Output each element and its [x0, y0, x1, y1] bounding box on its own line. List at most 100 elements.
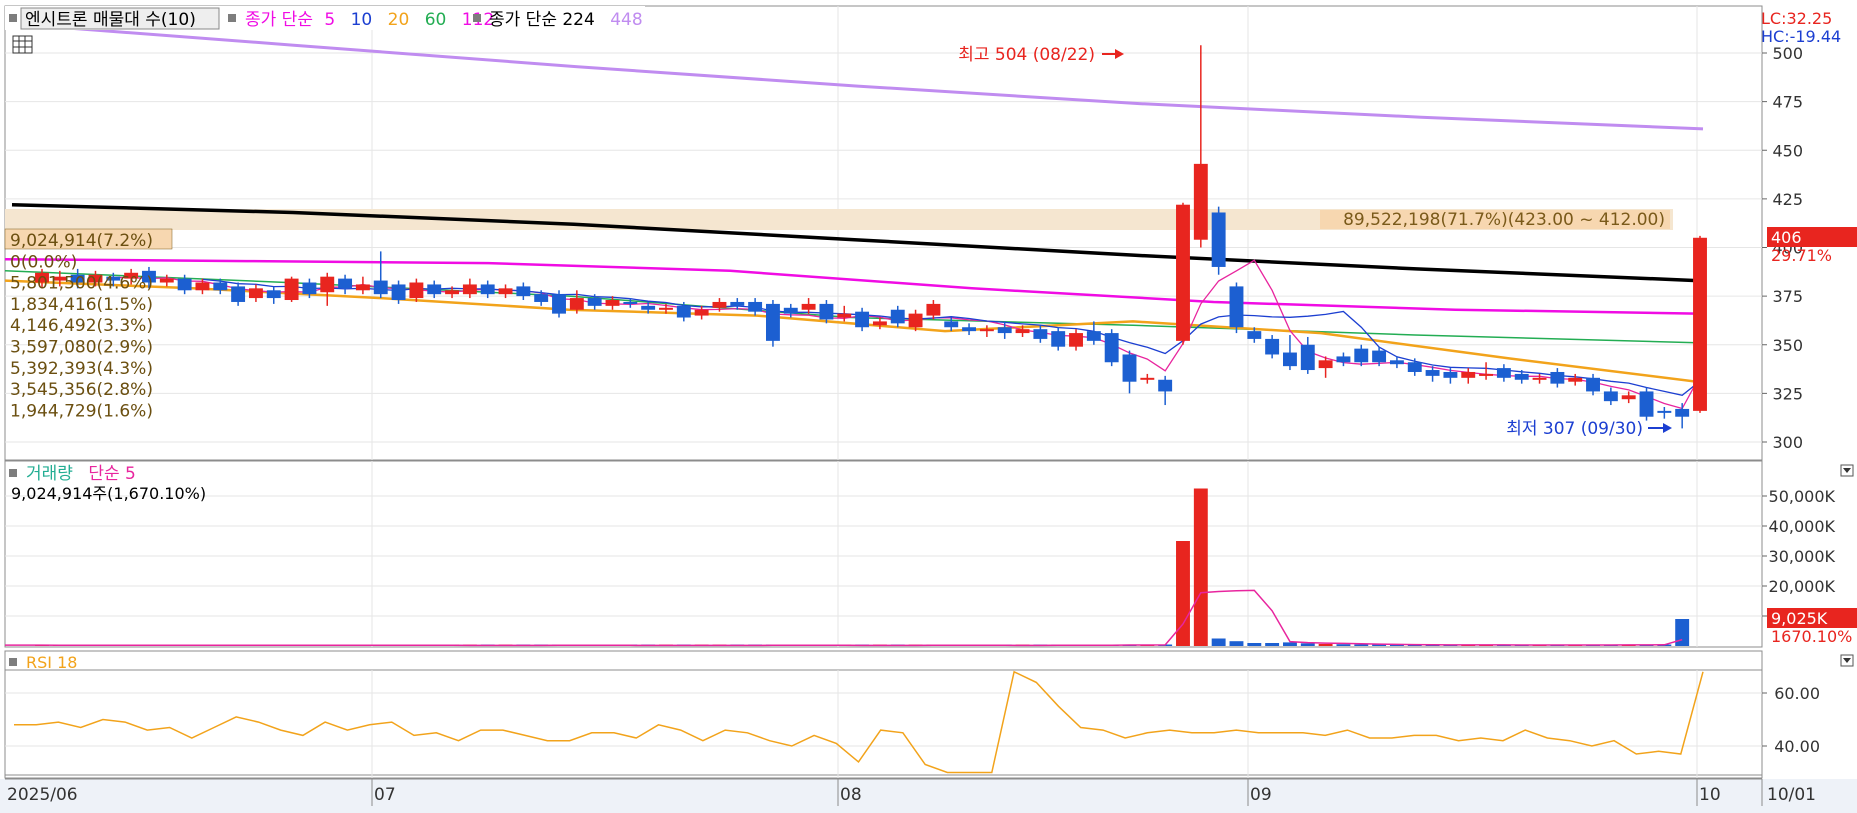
rsi-panel-collapse-icon[interactable]: [1840, 654, 1854, 667]
legend-marker-3: [473, 14, 481, 22]
current-change: 29.71%: [1771, 246, 1832, 265]
candle-body: [712, 301, 727, 308]
candle-body: [1229, 286, 1244, 328]
indicator-label[interactable]: 엔시트론 매물대 수(10): [25, 10, 196, 30]
volume-tick-label: 50,000K: [1769, 487, 1836, 506]
candle-body: [1657, 410, 1672, 413]
volume-tick-label: 30,000K: [1769, 547, 1836, 566]
candle-body: [748, 301, 763, 312]
legend-marker-4: [9, 469, 17, 477]
candle-body: [1675, 408, 1690, 417]
rsi-tick-label: 60.00: [1774, 684, 1820, 703]
x-label-09: 09: [1250, 785, 1272, 805]
price-tick-label: 425: [1772, 190, 1803, 209]
candle-body: [605, 300, 620, 306]
candle-body: [195, 282, 210, 291]
volume-profile-label: 3,597,080(2.9%): [10, 338, 153, 358]
candle-body: [177, 278, 192, 291]
candle-body: [1104, 333, 1119, 363]
candle-body: [1425, 370, 1440, 376]
candle-body: [338, 278, 353, 289]
volume-legend-name: 거래량: [26, 464, 73, 484]
candle-body: [908, 313, 923, 328]
candle-body: [641, 305, 656, 310]
candle-body: [1621, 395, 1636, 400]
candle-body: [1496, 368, 1511, 378]
candle-body: [1247, 331, 1262, 339]
candle-body: [587, 298, 602, 306]
candle-body: [801, 303, 816, 310]
candle-body: [1033, 329, 1048, 339]
volume-panel-collapse-icon[interactable]: [1840, 464, 1854, 477]
candle-body: [1300, 344, 1315, 371]
candle-body: [391, 284, 406, 301]
volume-bar: [1211, 638, 1226, 646]
candle-body: [552, 294, 566, 314]
candle-body: [926, 303, 941, 316]
candle-body: [1122, 354, 1137, 382]
ma-legend-224: 종가 단순 224: [489, 10, 595, 30]
volume-profile-label: 0(0.0%): [10, 252, 77, 272]
candle-body: [962, 327, 977, 332]
candle-body: [534, 294, 549, 302]
candle-body: [569, 298, 584, 310]
ma-legend-60: 60: [425, 10, 447, 30]
candle-body: [1086, 331, 1101, 341]
candle-body: [676, 305, 691, 318]
rsi-y-axis: 60.00 40.00: [1762, 684, 1820, 756]
candle-body: [213, 282, 228, 291]
candle-body: [855, 311, 870, 328]
volume-bar: [1300, 643, 1315, 646]
candle-body: [783, 307, 798, 314]
candle-body: [1211, 212, 1226, 267]
ma-legend-448: 448: [610, 10, 642, 30]
candle-body: [1532, 377, 1547, 380]
candle-body: [872, 321, 887, 326]
volume-tick-label: 40,000K: [1769, 517, 1836, 536]
price-tick-label: 350: [1772, 336, 1803, 355]
ma-legend-10: 10: [351, 10, 373, 30]
volume-tick-label: 20,000K: [1769, 577, 1836, 596]
candle-body: [819, 303, 834, 320]
candle-body: [516, 286, 531, 297]
candle-body: [498, 288, 513, 295]
candle-body: [159, 278, 174, 283]
ma-legend-20: 20: [388, 10, 410, 30]
candle-body: [730, 301, 745, 306]
candle-body: [997, 327, 1012, 334]
current-price: 406: [1771, 228, 1802, 247]
candle-body: [1372, 350, 1387, 363]
candle-body: [1265, 338, 1280, 355]
volume-profile-peak-label: 89,522,198(71.7%)(423.00 ~ 412.00): [1343, 210, 1665, 230]
price-tick-label: 450: [1772, 141, 1803, 160]
table-icon[interactable]: [12, 35, 33, 54]
x-axis: 2025/06 07 08 09 10 10/01: [0, 778, 1857, 813]
low-annotation: 최저 307 (09/30): [1506, 419, 1643, 439]
volume-legend-ma: 단순 5: [88, 464, 136, 484]
rsi-panel[interactable]: RSI 18 60.00 40.00: [4, 650, 1854, 779]
candle-body: [623, 301, 638, 304]
high-annotation: 최고 504 (08/22): [958, 45, 1095, 65]
volume-bar: [1318, 643, 1333, 646]
price-panel[interactable]: 89,522,198(71.7%)(423.00 ~ 412.00) 9,024…: [4, 5, 1857, 461]
stock-chart[interactable]: 89,522,198(71.7%)(423.00 ~ 412.00) 9,024…: [0, 0, 1857, 813]
rsi-legend[interactable]: RSI 18: [26, 653, 77, 672]
legend-marker-2: [228, 14, 236, 22]
candle-body: [1140, 377, 1155, 380]
candle-body: [837, 313, 852, 318]
candle-body: [1158, 379, 1173, 392]
candle-body: [1051, 331, 1066, 347]
volume-panel[interactable]: 거래량 단순 5 9,024,914주(1,670.10%) 50,000K 40…: [4, 460, 1857, 648]
candle-body: [1479, 373, 1494, 376]
volume-bar: [1336, 644, 1351, 646]
candle-body: [979, 329, 994, 332]
candle-body: [248, 288, 263, 299]
candle-body: [1176, 204, 1190, 341]
candle-body: [355, 284, 370, 291]
x-label-08: 08: [840, 785, 862, 805]
candle-body: [1639, 391, 1654, 417]
volume-subtitle: 9,024,914주(1,670.10%): [11, 484, 206, 503]
x-label-07: 07: [374, 785, 396, 805]
volume-current-pct: 1670.10%: [1771, 627, 1852, 646]
ma-legend-2[interactable]: 종가 단순 224 448: [489, 10, 643, 30]
